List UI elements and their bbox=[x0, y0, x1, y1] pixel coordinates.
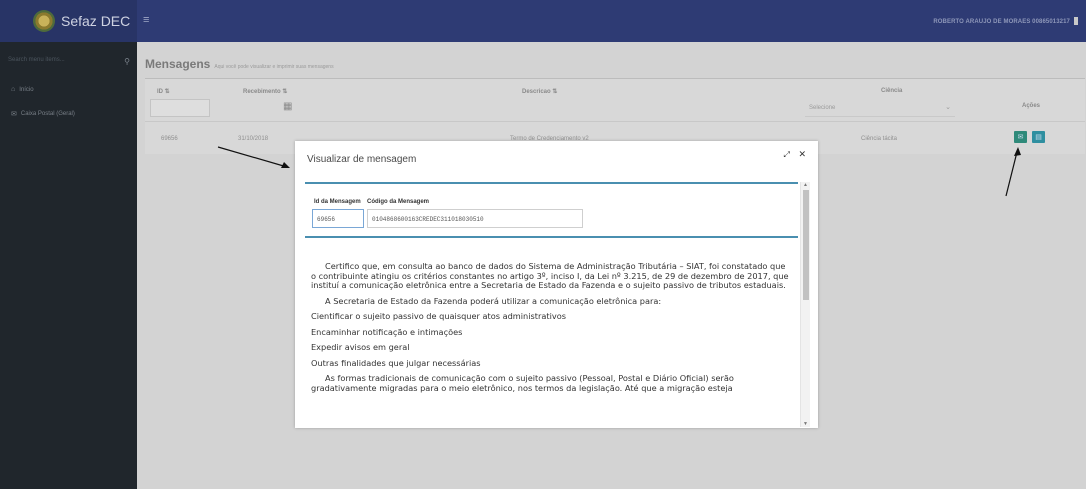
scroll-down-arrow-icon[interactable]: ▼ bbox=[803, 421, 808, 427]
doc-paragraph: As formas tradicionais de comunicação co… bbox=[311, 373, 734, 393]
doc-paragraph: Expedir avisos em geral bbox=[311, 342, 410, 352]
modal-controls: ⤢ ✕ bbox=[784, 149, 806, 160]
code-label: Código da Mensagem bbox=[367, 199, 430, 205]
message-document: Certifico que, em consulta ao banco de d… bbox=[305, 240, 793, 425]
scroll-thumb[interactable] bbox=[803, 190, 809, 300]
message-info-box: Id da Mensagem Código da Mensagem 69656 … bbox=[305, 182, 798, 238]
arrow-to-view-button bbox=[1005, 151, 1018, 197]
message-modal: Visualizar de mensagem ⤢ ✕ Id da Mensage… bbox=[295, 141, 818, 428]
arrow-head-view-button bbox=[1014, 147, 1021, 156]
modal-body: Id da Mensagem Código da Mensagem 69656 … bbox=[305, 182, 798, 425]
doc-paragraph: Cientificar o sujeito passivo de quaisqu… bbox=[311, 311, 566, 321]
modal-scrollbar[interactable]: ▲ ▼ bbox=[800, 182, 810, 427]
message-id-field[interactable]: 69656 bbox=[312, 209, 364, 228]
id-label: Id da Mensagem bbox=[314, 199, 361, 205]
expand-icon[interactable]: ⤢ bbox=[784, 150, 790, 159]
modal-title: Visualizar de mensagem bbox=[307, 154, 417, 165]
arrow-to-modal bbox=[217, 146, 288, 168]
doc-paragraph: A Secretaria de Estado da Fazenda poderá… bbox=[325, 295, 662, 306]
scroll-up-arrow-icon[interactable]: ▲ bbox=[803, 182, 808, 188]
doc-paragraph: Encaminhar notificação e intimações bbox=[311, 326, 463, 337]
arrow-head-modal bbox=[281, 162, 290, 168]
doc-paragraph: Certifico que, em consulta ao banco de d… bbox=[311, 261, 789, 290]
message-code-field[interactable]: 0104868600163CREDEC311018030510 bbox=[367, 209, 583, 228]
close-icon[interactable]: ✕ bbox=[798, 149, 806, 159]
doc-paragraph: Outras finalidades que julgar necessária… bbox=[311, 357, 481, 368]
